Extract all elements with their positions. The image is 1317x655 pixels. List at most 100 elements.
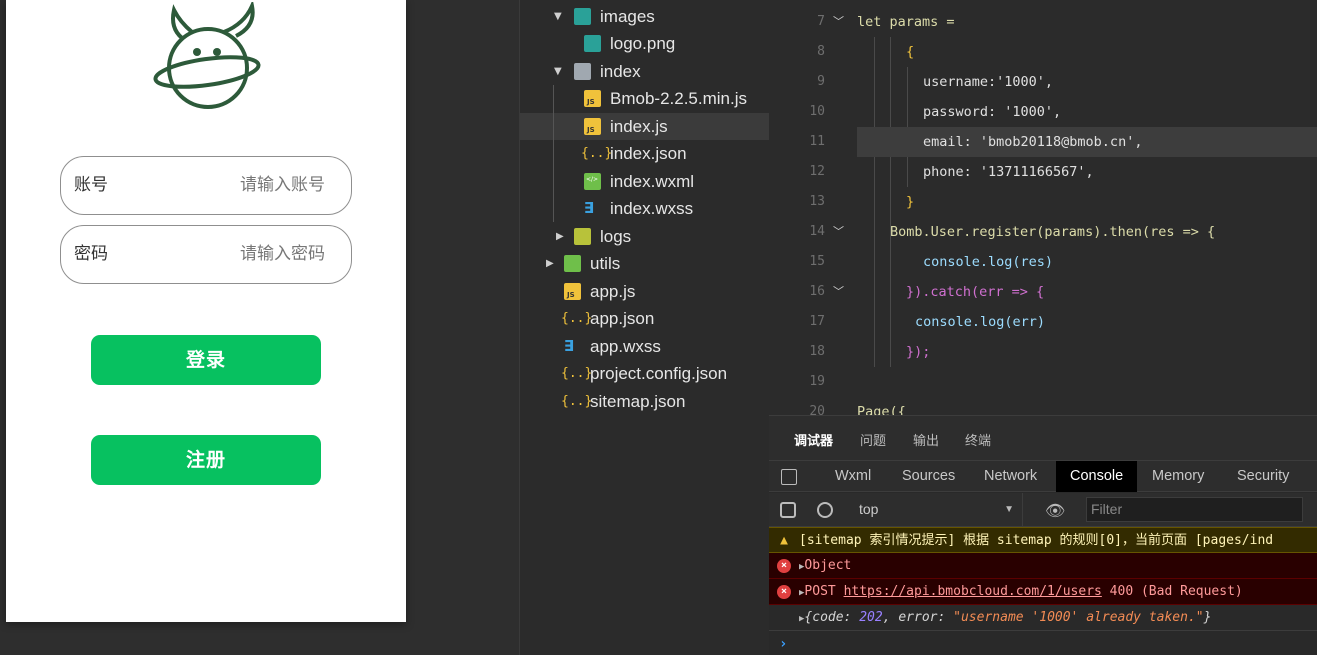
chevron-down-icon[interactable]: ▼ xyxy=(554,3,562,30)
tree-folder-index[interactable]: ▼ index xyxy=(520,58,770,85)
login-button[interactable]: 登录 xyxy=(91,335,321,385)
clear-console-icon[interactable] xyxy=(817,502,833,518)
code-line: 13 } xyxy=(809,194,915,210)
code-line: 18 }); xyxy=(809,344,931,360)
tree-item-label: utils xyxy=(590,254,621,273)
console-log-row[interactable]: ▶{code: 202, error: "username '1000' alr… xyxy=(769,605,1317,631)
console-error-row[interactable]: × ▶Object xyxy=(769,553,1317,579)
folder-icon xyxy=(564,255,581,272)
error-icon: × xyxy=(777,585,791,599)
json-file-icon: {..} xyxy=(561,311,593,326)
tree-folder-utils[interactable]: ▶ utils xyxy=(520,250,770,277)
debugger-panel: 调试器 问题 输出 终端 Wxml Sources Network Consol… xyxy=(769,415,1317,655)
wxml-file-icon xyxy=(584,173,601,190)
filter-input[interactable]: Filter xyxy=(1086,497,1303,522)
tree-file-bmob-js[interactable]: Bmob-2.2.5.min.js xyxy=(520,85,770,112)
tree-indent-guide xyxy=(553,85,554,222)
tree-item-label: Bmob-2.2.5.min.js xyxy=(610,89,747,108)
tree-file-index-js[interactable]: index.js xyxy=(520,113,769,140)
tab-terminal[interactable]: 终端 xyxy=(965,430,991,449)
tree-file-logo-png[interactable]: logo.png xyxy=(520,30,770,57)
debugger-panel-tabs: 调试器 问题 输出 终端 xyxy=(769,416,1317,460)
fold-chevron-icon[interactable]: ﹀ xyxy=(833,277,844,307)
caret-down-icon: ▼ xyxy=(1004,504,1014,515)
js-file-icon xyxy=(584,118,601,135)
password-input[interactable]: 请输入密码 xyxy=(240,226,325,283)
tab-security[interactable]: Security xyxy=(1237,461,1289,492)
code-line: 9 username:'1000', xyxy=(817,74,1054,90)
tree-file-app-js[interactable]: app.js xyxy=(520,278,770,305)
console-toolbar: top ▼ 👁 Filter xyxy=(769,493,1317,527)
code-line: 19 xyxy=(809,374,825,389)
image-file-icon xyxy=(584,35,601,52)
tree-file-app-wxss[interactable]: ∃ app.wxss xyxy=(520,333,770,360)
tree-file-index-wxml[interactable]: index.wxml xyxy=(520,168,770,195)
tree-item-label: sitemap.json xyxy=(590,392,686,411)
code-line: 17 console.log(err) xyxy=(809,314,1046,330)
tree-item-label: app.json xyxy=(590,309,655,328)
chevron-right-icon[interactable]: ▶ xyxy=(546,250,554,277)
tree-item-label: project.config.json xyxy=(590,364,728,383)
tab-problems[interactable]: 问题 xyxy=(860,430,886,449)
password-label: 密码 xyxy=(74,244,108,264)
tree-item-label: app.js xyxy=(590,282,636,301)
tree-file-project-config[interactable]: {..} project.config.json xyxy=(520,360,770,387)
folder-image-icon xyxy=(574,8,591,25)
tree-item-label: logs xyxy=(600,227,632,246)
json-file-icon: {..} xyxy=(581,146,613,161)
tree-file-app-json[interactable]: {..} app.json xyxy=(520,305,770,332)
tab-network[interactable]: Network xyxy=(984,461,1037,492)
alien-planet-logo-icon xyxy=(153,2,261,109)
register-button[interactable]: 注册 xyxy=(91,435,321,485)
file-explorer: ▼ images logo.png ▼ index Bmob-2.2.5.min… xyxy=(519,0,769,655)
error-icon: × xyxy=(777,559,791,573)
folder-icon xyxy=(574,228,591,245)
code-line: 7 ﹀ let params = xyxy=(769,7,1317,37)
request-url-link[interactable]: https://api.bmobcloud.com/1/users xyxy=(844,584,1102,599)
code-line: 12 phone: '13711166567', xyxy=(809,164,1094,180)
tree-item-label: index xyxy=(600,62,641,81)
tree-folder-logs[interactable]: ▶ logs xyxy=(520,223,770,250)
js-file-icon xyxy=(564,283,581,300)
console-warning-row: ▲ [sitemap 索引情况提示] 根据 sitemap 的规则[0]，当前页… xyxy=(769,527,1317,553)
devtools-tabs: Wxml Sources Network Console Memory Secu… xyxy=(769,460,1317,492)
inspect-element-icon[interactable] xyxy=(781,469,797,485)
code-editor[interactable]: 7 ﹀ let params = 8 { 9 username:'1000', … xyxy=(769,0,1317,415)
tree-item-label: index.js xyxy=(610,117,668,136)
warning-icon: ▲ xyxy=(780,533,788,548)
code-line: 10 password: '1000', xyxy=(809,104,1062,120)
tab-debugger[interactable]: 调试器 xyxy=(794,430,833,449)
account-input[interactable]: 请输入账号 xyxy=(240,157,325,214)
chevron-down-icon[interactable]: ▼ xyxy=(554,58,562,85)
tree-file-sitemap-json[interactable]: {..} sitemap.json xyxy=(520,388,770,415)
tab-console[interactable]: Console xyxy=(1056,461,1138,492)
tab-sources[interactable]: Sources xyxy=(902,461,955,492)
password-field[interactable]: 密码 请输入密码 xyxy=(60,225,352,284)
tab-memory[interactable]: Memory xyxy=(1152,461,1204,492)
console-prompt[interactable]: › xyxy=(769,631,1317,655)
code-line: 20 Page({ xyxy=(809,404,906,415)
account-field[interactable]: 账号 请输入账号 xyxy=(60,156,352,215)
code-line-number: 11 xyxy=(809,134,825,149)
tree-item-label: index.json xyxy=(610,144,687,163)
tree-item-label: index.wxml xyxy=(610,172,695,191)
tree-folder-images[interactable]: ▼ images xyxy=(520,3,770,30)
fold-chevron-icon[interactable]: ﹀ xyxy=(833,7,844,37)
code-line: 15 console.log(res) xyxy=(809,254,1054,270)
tree-file-index-wxss[interactable]: ∃ index.wxss xyxy=(520,195,770,222)
account-label: 账号 xyxy=(74,175,108,195)
tab-output[interactable]: 输出 xyxy=(913,430,939,449)
context-value: top xyxy=(859,501,879,517)
fold-chevron-icon[interactable]: ﹀ xyxy=(833,217,844,247)
chevron-right-icon[interactable]: ▶ xyxy=(556,223,564,250)
code-line: 14 ﹀ Bomb.User.register(params).then(res… xyxy=(769,217,1317,247)
console-error-row[interactable]: × ▶POST https://api.bmobcloud.com/1/user… xyxy=(769,579,1317,605)
tree-file-index-json[interactable]: {..} index.json xyxy=(520,140,770,167)
tab-wxml[interactable]: Wxml xyxy=(835,461,871,492)
context-select[interactable]: top ▼ xyxy=(851,493,1023,526)
tree-item-label: logo.png xyxy=(610,34,676,53)
eye-icon[interactable]: 👁 xyxy=(1045,501,1065,520)
tree-item-label: images xyxy=(600,7,655,26)
sidebar-toggle-icon[interactable] xyxy=(780,502,796,518)
css-file-icon: ∃ xyxy=(584,199,595,217)
